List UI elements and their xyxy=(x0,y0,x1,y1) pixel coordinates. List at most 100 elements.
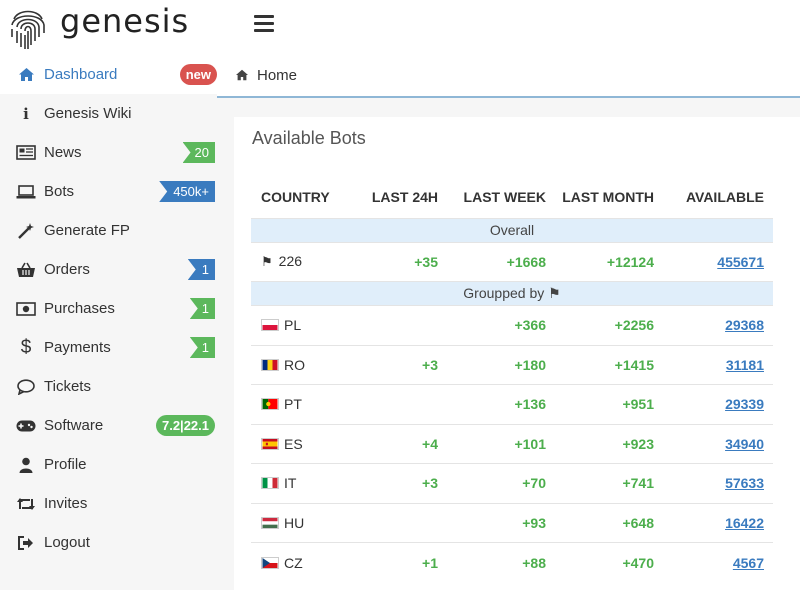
sidebar-item-label: Bots xyxy=(44,183,75,200)
chat-icon xyxy=(16,378,36,396)
sidebar-item-label: News xyxy=(44,144,82,161)
grouped-label: Groupped by xyxy=(463,285,545,301)
sidebar-item-bots[interactable]: Bots 450k+ xyxy=(0,172,217,211)
poland-flag-icon xyxy=(261,319,279,332)
country-code: PT xyxy=(284,396,302,413)
payments-count-badge: 1 xyxy=(189,337,215,358)
table-row: ES +4 +101 +923 34940 xyxy=(251,423,773,464)
bots-count-badge: 450k+ xyxy=(159,181,215,202)
sidebar-item-label: Logout xyxy=(44,534,90,551)
table-row: IT +3 +70 +741 57633 xyxy=(251,463,773,503)
country-cell: ⚑ 226 xyxy=(251,241,359,282)
table-row: PT +136 +951 29339 xyxy=(251,384,773,424)
last-week-cell: +180 xyxy=(447,344,555,385)
last-week-cell: +136 xyxy=(447,384,555,424)
country-cell: HU xyxy=(251,502,359,543)
last-24h-cell xyxy=(359,502,447,543)
column-header-last-24h[interactable]: LAST 24H xyxy=(359,176,447,218)
sign-out-icon xyxy=(16,534,36,552)
last-month-cell: +923 xyxy=(555,423,663,464)
user-icon xyxy=(16,456,36,474)
country-code: IT xyxy=(284,475,297,492)
country-code: PL xyxy=(284,317,302,334)
breadcrumb-home-link[interactable]: Home xyxy=(257,67,297,84)
bots-table: COUNTRY LAST 24H LAST WEEK LAST MONTH AV… xyxy=(251,176,773,582)
grouped-label-cell: Groupped by ⚑ xyxy=(251,281,773,306)
country-cell: PT xyxy=(251,384,359,424)
last-week-cell: +1668 xyxy=(447,241,555,282)
overall-label: Overall xyxy=(251,217,773,242)
last-24h-cell: +4 xyxy=(359,423,447,464)
sidebar-item-payments[interactable]: $ Payments 1 xyxy=(0,328,217,367)
available-link[interactable]: 455671 xyxy=(717,254,764,270)
last-month-cell: +951 xyxy=(555,384,663,424)
table-row: HU +93 +648 16422 xyxy=(251,502,773,543)
available-link[interactable]: 29368 xyxy=(725,317,764,333)
sidebar-item-label: Profile xyxy=(44,456,87,473)
flag-icon: ⚑ xyxy=(261,254,273,270)
country-cell: PL xyxy=(251,305,359,345)
gamepad-icon xyxy=(16,417,36,435)
purchases-count-badge: 1 xyxy=(189,298,215,319)
sidebar-item-label: Dashboard xyxy=(44,66,118,83)
laptop-icon xyxy=(16,183,36,201)
retweet-icon xyxy=(16,495,36,513)
available-cell: 31181 xyxy=(663,344,773,385)
last-24h-cell: +1 xyxy=(359,542,447,582)
country-code: ES xyxy=(284,435,303,452)
sidebar-item-purchases[interactable]: Purchases 1 xyxy=(0,289,217,328)
available-cell: 34940 xyxy=(663,423,773,464)
available-link[interactable]: 29339 xyxy=(725,396,764,412)
available-link[interactable]: 16422 xyxy=(725,515,764,531)
country-cell: RO xyxy=(251,344,359,385)
sidebar-item-dashboard[interactable]: Dashboard new xyxy=(0,55,217,94)
table-header-row: COUNTRY LAST 24H LAST WEEK LAST MONTH AV… xyxy=(251,176,773,218)
italy-flag-icon xyxy=(261,477,279,490)
sidebar-item-label: Tickets xyxy=(44,378,91,395)
sidebar-item-orders[interactable]: Orders 1 xyxy=(0,250,217,289)
logo[interactable]: genesis xyxy=(0,0,217,55)
column-header-last-month[interactable]: LAST MONTH xyxy=(555,176,663,218)
menu-toggle-button[interactable] xyxy=(254,15,274,33)
available-cell: 29368 xyxy=(663,305,773,345)
sidebar-item-genesis-wiki[interactable]: i Genesis Wiki xyxy=(0,94,217,133)
sidebar-item-tickets[interactable]: Tickets xyxy=(0,367,217,406)
info-icon: i xyxy=(23,104,29,123)
last-24h-cell: +35 xyxy=(359,241,447,282)
romania-flag-icon xyxy=(261,358,279,371)
fingerprint-icon xyxy=(11,10,45,49)
column-header-available[interactable]: AVAILABLE xyxy=(663,176,773,218)
panel-title: Available Bots xyxy=(252,128,366,148)
sidebar-item-software[interactable]: Software 7.2|22.1 xyxy=(0,406,217,445)
country-code: HU xyxy=(284,514,305,531)
sidebar-item-news[interactable]: News 20 xyxy=(0,133,217,172)
sidebar-item-label: Software xyxy=(44,417,104,434)
column-header-country[interactable]: COUNTRY xyxy=(251,176,359,218)
dollar-icon: $ xyxy=(20,336,32,358)
available-link[interactable]: 4567 xyxy=(733,555,764,571)
news-count-badge: 20 xyxy=(182,142,215,163)
column-header-last-week[interactable]: LAST WEEK xyxy=(447,176,555,218)
sidebar-item-invites[interactable]: Invites xyxy=(0,484,217,523)
table-row: PL +366 +2256 29368 xyxy=(251,305,773,345)
sidebar-item-label: Orders xyxy=(44,261,90,278)
available-link[interactable]: 31181 xyxy=(726,357,764,373)
home-icon[interactable] xyxy=(235,68,249,84)
czechia-flag-icon xyxy=(261,556,279,569)
sidebar-item-logout[interactable]: Logout xyxy=(0,523,217,562)
orders-count-badge: 1 xyxy=(187,259,215,280)
last-month-cell: +741 xyxy=(555,463,663,503)
available-cell: 29339 xyxy=(663,384,773,424)
sidebar-item-profile[interactable]: Profile xyxy=(0,445,217,484)
country-cell: IT xyxy=(251,463,359,503)
available-link[interactable]: 57633 xyxy=(725,475,764,491)
sidebar-item-generate-fp[interactable]: Generate FP xyxy=(0,211,217,250)
table-row: RO +3 +180 +1415 31181 xyxy=(251,344,773,385)
hungary-flag-icon xyxy=(261,516,279,529)
available-link[interactable]: 34940 xyxy=(725,436,764,452)
country-code: RO xyxy=(284,356,305,373)
home-icon xyxy=(16,66,36,84)
group-row-overall: Overall xyxy=(251,217,773,242)
brand-name: genesis xyxy=(60,2,190,40)
basket-icon xyxy=(16,261,36,279)
